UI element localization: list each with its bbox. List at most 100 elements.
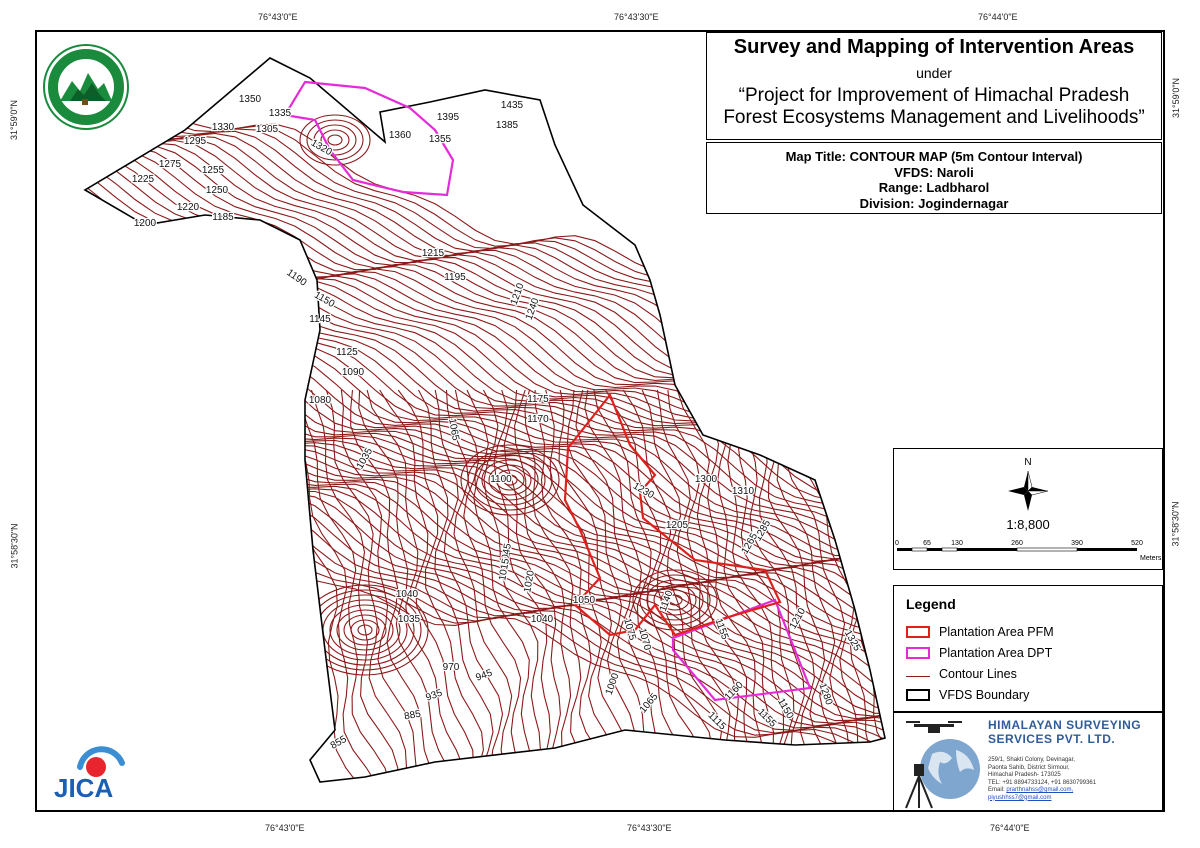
latitude-label-left-2: 31°58'30"N <box>9 523 20 569</box>
longitude-label-top-2: 76°43'30"E <box>614 12 659 22</box>
contour-elevation-label: 1020 <box>522 569 537 593</box>
longitude-label-top-1: 76°43'0"E <box>258 12 298 22</box>
contour-elevation-label: 1360 <box>389 130 412 141</box>
contour-elevation-label: 1295 <box>184 136 207 147</box>
contour-elevation-label: 1215 <box>422 248 445 259</box>
longitude-label-bottom-2: 76°43'30"E <box>627 823 672 833</box>
legend-label: Plantation Area DPT <box>939 646 1053 660</box>
svg-text:65: 65 <box>923 540 931 547</box>
north-arrow-and-scale: N 1:8,800 0 65 130 260 390 520 Meters <box>895 457 1162 562</box>
contour-elevation-label: 935 <box>424 687 444 703</box>
contour-elevation-label: 1065 <box>446 418 461 442</box>
scale-bar <box>897 547 1137 552</box>
contour-elevation-label: 1125 <box>336 347 358 358</box>
contour-elevation-label: 945 <box>474 667 494 683</box>
contour-elevation-label: 1275 <box>159 159 182 170</box>
contour-elevation-label: 1225 <box>132 174 155 185</box>
company-name: HIMALAYAN SURVEYING SERVICES PVT. LTD. <box>988 718 1142 746</box>
longitude-label-top-3: 76°44'0"E <box>978 12 1018 22</box>
latitude-label-right-2: 31°58'30"N <box>1170 501 1181 547</box>
company-address: 259/1, Shakti Colony, Devinagar, Paonta … <box>988 757 1097 801</box>
scale-ratio: 1:8,800 <box>1006 517 1049 532</box>
range-text: Range: Ladbharol <box>878 180 990 195</box>
boundary-swatch-icon <box>906 689 930 701</box>
contour-elevation-label: 1385 <box>496 120 519 131</box>
contour-elevation-label: 1040 <box>531 614 554 625</box>
contour-elevation-label: 1230 <box>631 481 656 502</box>
legend-item-dpt: Plantation Area DPT <box>906 645 1052 661</box>
legend-item-boundary: VFDS Boundary <box>906 687 1029 703</box>
contour-elevation-label: 1240 <box>524 296 542 321</box>
contour-elevation-label: 1185 <box>212 212 234 223</box>
contour-elevation-label: 1155 <box>713 617 731 641</box>
svg-text:130: 130 <box>951 540 963 547</box>
legend-item-pfm: Plantation Area PFM <box>906 624 1054 640</box>
contour-elevation-label: 1035 <box>355 446 376 471</box>
email-link-1[interactable]: prarthnahss@gmail.com, <box>1006 787 1073 793</box>
scale-unit: Meters <box>1140 555 1162 562</box>
contour-elevation-label: 1195 <box>444 272 466 283</box>
legend-label: Plantation Area PFM <box>939 625 1054 639</box>
contour-elevation-label: 1335 <box>269 108 292 119</box>
latitude-label-right-1: 31°59'0"N <box>1171 77 1182 119</box>
contour-line-icon <box>906 671 930 677</box>
vfds-text: VFDS: Naroli <box>894 164 974 180</box>
legend-box: Legend Plantation Area PFM Plantation Ar… <box>893 585 1163 712</box>
pfm-swatch-icon <box>906 626 930 638</box>
title-box: Survey and Mapping of Intervention Areas… <box>706 32 1162 140</box>
jica-logo: JICA <box>54 746 125 803</box>
company-logo <box>905 721 980 809</box>
contour-elevation-label: 1070 <box>636 627 652 652</box>
contour-elevation-label: 1200 <box>134 218 157 229</box>
contour-elevation-label: 1090 <box>342 367 365 378</box>
contour-elevation-label: 1065 <box>638 691 661 715</box>
contour-elevation-label: 1190 <box>284 267 308 289</box>
svg-text:390: 390 <box>1071 540 1083 547</box>
latitude-label-left-1: 31°59'0"N <box>9 99 20 141</box>
contour-elevation-label: 1395 <box>437 112 460 123</box>
contour-elevation-label: 1040 <box>396 589 419 600</box>
legend-label: VFDS Boundary <box>939 688 1030 702</box>
contour-elevation-label: 1320 <box>309 138 334 159</box>
company-box: HIMALAYAN SURVEYING SERVICES PVT. LTD. 2… <box>893 712 1163 811</box>
contour-elevation-label: 1280 <box>816 682 834 707</box>
contour-elevation-label: 1080 <box>309 395 332 406</box>
contour-elevation-label: 1100 <box>490 474 512 485</box>
project-title-line2: Forest Ecosystems Management and Livelih… <box>723 107 1145 128</box>
north-label: N <box>1024 457 1031 468</box>
legend-item-contour: Contour Lines <box>906 666 1017 682</box>
contour-elevation-label: 1075 <box>621 617 637 642</box>
scale-box: N 1:8,800 0 65 130 260 390 520 Meters <box>893 448 1163 570</box>
drone-icon <box>906 721 962 733</box>
contour-elevation-label: 1310 <box>732 486 755 497</box>
legend-label: Contour Lines <box>939 667 1017 681</box>
north-arrow-icon <box>1008 470 1049 511</box>
map-main-title: Survey and Mapping of Intervention Areas <box>733 36 1135 58</box>
contour-elevation-label: 1170 <box>527 414 549 425</box>
dpt-swatch-icon <box>906 647 930 659</box>
contour-elevation-label: 1350 <box>239 94 262 105</box>
contour-elevation-label: 1050 <box>573 595 596 606</box>
contour-elevation-label: 1305 <box>256 124 279 135</box>
contour-elevation-label: 1155 <box>755 707 778 730</box>
hp-forest-logo <box>43 44 129 130</box>
svg-text:260: 260 <box>1011 540 1023 547</box>
map-info-box: Map Title: CONTOUR MAP (5m Contour Inter… <box>706 142 1162 214</box>
contour-elevation-label: 1300 <box>695 474 718 485</box>
contour-elevation-label: 970 <box>443 662 460 673</box>
svg-text:520: 520 <box>1131 540 1143 547</box>
contour-elevation-label: 1355 <box>429 134 452 145</box>
map-title-text: Map Title: CONTOUR MAP (5m Contour Inter… <box>785 149 1083 164</box>
contour-elevation-label: 1210 <box>788 606 809 631</box>
project-title-line1: “Project for Improvement of Himachal Pra… <box>738 85 1130 106</box>
contour-elevation-label: 885 <box>403 709 422 723</box>
title-under: under <box>916 65 952 81</box>
division-text: Division: Jogindernagar <box>859 195 1009 211</box>
svg-text:0: 0 <box>895 540 899 547</box>
contour-elevation-label: 1150 <box>312 290 337 310</box>
contour-elevation-label: 1145 <box>309 314 331 325</box>
svg-text:JICA: JICA <box>54 773 113 803</box>
longitude-label-bottom-3: 76°44'0"E <box>990 823 1030 833</box>
contour-elevation-label: 1035 <box>398 614 421 625</box>
email-link-2[interactable]: piyushhss7@gmail.com <box>988 795 1051 801</box>
